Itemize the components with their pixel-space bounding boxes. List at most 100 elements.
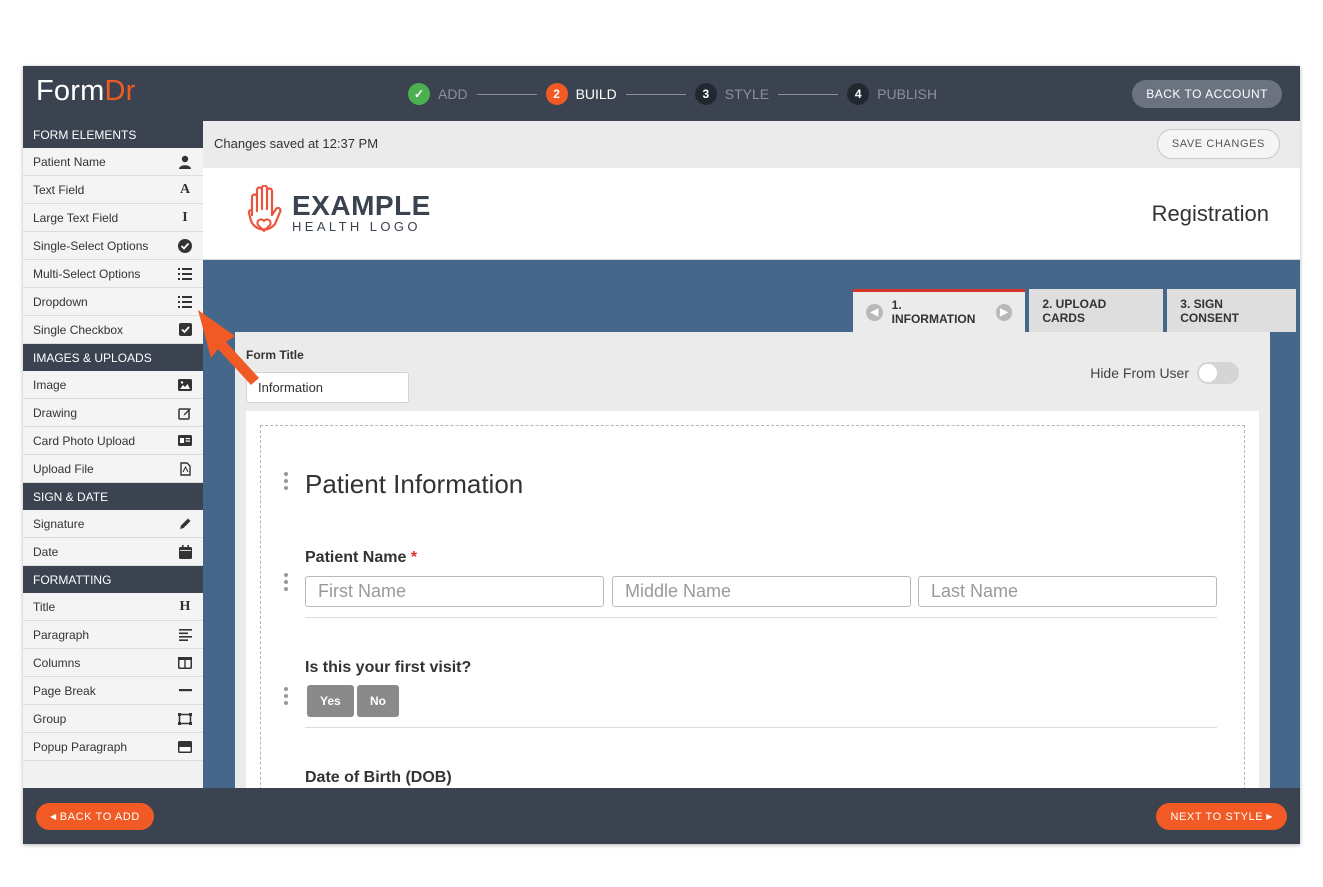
- logo-form-text: Form: [36, 75, 105, 107]
- sidebar-item-columns[interactable]: Columns: [23, 649, 203, 677]
- sidebar-item-dropdown[interactable]: Dropdown: [23, 288, 203, 316]
- footer-bar: ◀ BACK TO ADD NEXT TO STYLE ▶: [23, 788, 1300, 844]
- sidebar-item-signature[interactable]: Signature: [23, 510, 203, 538]
- sidebar-item-page-break[interactable]: Page Break: [23, 677, 203, 705]
- step-build-number: 2: [545, 83, 568, 105]
- last-name-field[interactable]: Last Name: [918, 576, 1217, 607]
- sidebar-item-single-checkbox[interactable]: Single Checkbox: [23, 316, 203, 344]
- sidebar-item-label: Columns: [33, 655, 81, 670]
- form-canvas: Patient Information Patient Name * First…: [246, 411, 1259, 788]
- arrow-right-icon[interactable]: ▶: [995, 303, 1013, 321]
- hide-from-user-toggle[interactable]: [1197, 362, 1239, 384]
- user-icon: [177, 154, 193, 170]
- sidebar-item-label: Popup Paragraph: [33, 739, 128, 754]
- step-divider: [476, 93, 537, 95]
- sidebar-item-group[interactable]: Group: [23, 705, 203, 733]
- sidebar-item-card-photo-upload[interactable]: Card Photo Upload: [23, 427, 203, 455]
- step-publish-number: 4: [847, 83, 870, 105]
- patient-name-label: Patient Name *: [305, 549, 417, 567]
- sidebar-item-title[interactable]: Title H: [23, 593, 203, 621]
- sidebar-item-label: Dropdown: [33, 294, 88, 309]
- step-publish[interactable]: 4 PUBLISH: [847, 83, 937, 105]
- step-add-label: ADD: [438, 86, 468, 102]
- step-style[interactable]: 3 STYLE: [694, 83, 770, 105]
- drag-handle-icon[interactable]: [284, 472, 288, 490]
- sidebar-item-image[interactable]: Image: [23, 371, 203, 399]
- sidebar-item-drawing[interactable]: Drawing: [23, 399, 203, 427]
- sidebar-item-label: Multi-Select Options: [33, 266, 141, 281]
- step-publish-label: PUBLISH: [877, 86, 938, 102]
- check-circle-icon: [177, 238, 193, 254]
- sidebar-item-label: Title: [33, 599, 56, 614]
- drag-handle-icon[interactable]: [284, 573, 288, 591]
- file-pdf-icon: [177, 461, 193, 477]
- step-build[interactable]: 2 BUILD: [545, 83, 617, 105]
- arrow-left-icon[interactable]: ◀: [866, 303, 883, 321]
- brand-logo: EXAMPLE HEALTH LOGO: [246, 185, 431, 241]
- sidebar-item-label: Paragraph: [33, 627, 90, 642]
- form-builder-main: Changes saved at 12:37 PM SAVE CHANGES E…: [203, 121, 1300, 788]
- tab-information[interactable]: ◀ 1. INFORMATION ▶: [853, 289, 1026, 332]
- list-icon: [177, 266, 193, 282]
- middle-name-field[interactable]: Middle Name: [612, 576, 911, 607]
- dob-label: Date of Birth (DOB): [305, 769, 452, 786]
- tab-sign-consent[interactable]: 3. SIGN CONSENT: [1167, 289, 1296, 332]
- sidebar-item-label: Single-Select Options: [33, 238, 149, 253]
- page-title: Registration: [1151, 201, 1269, 226]
- required-mark: *: [410, 549, 418, 566]
- drag-handle-icon[interactable]: [284, 687, 288, 705]
- tab-label: 2. UPLOAD CARDS: [1042, 296, 1107, 325]
- sidebar-item-label: Upload File: [33, 461, 94, 476]
- sidebar-item-patient-name[interactable]: Patient Name: [23, 148, 203, 176]
- sidebar-section-header: IMAGES & UPLOADS: [23, 344, 203, 371]
- sidebar-item-text-field[interactable]: Text Field A: [23, 176, 203, 204]
- tab-upload-cards[interactable]: 2. UPLOAD CARDS: [1029, 289, 1164, 332]
- form-page-tabs: ◀ 1. INFORMATION ▶ 2. UPLOAD CARDS 3. SI…: [853, 289, 1300, 332]
- edit-icon: [177, 405, 193, 421]
- hand-heart-icon: [247, 185, 282, 233]
- list-icon: [177, 294, 193, 310]
- formdr-logo: FormDr: [36, 75, 135, 108]
- sidebar-item-popup-paragraph[interactable]: Popup Paragraph: [23, 733, 203, 761]
- first-name-field[interactable]: First Name: [305, 576, 604, 607]
- hide-from-user-toggle-row: Hide From User: [1090, 362, 1239, 384]
- pencil-icon: [177, 516, 193, 532]
- save-changes-button[interactable]: SAVE CHANGES: [1156, 129, 1280, 159]
- step-add[interactable]: ✓ ADD: [408, 83, 468, 105]
- sidebar-item-label: Large Text Field: [33, 210, 119, 225]
- back-to-account-button[interactable]: BACK TO ACCOUNT: [1132, 80, 1282, 108]
- back-to-add-label: BACK TO ADD: [59, 810, 140, 823]
- step-divider: [625, 93, 686, 95]
- form-panel: Form Title Information Hide From User Pa…: [235, 332, 1270, 788]
- sidebar-item-upload-file[interactable]: Upload File: [23, 455, 203, 483]
- columns-icon: [177, 655, 193, 671]
- saved-status-text: Changes saved at 12:37 PM: [214, 136, 379, 151]
- step-divider: [778, 93, 839, 95]
- sidebar-section-header: FORMATTING: [23, 566, 203, 593]
- form-elements-sidebar: FORM ELEMENTS Patient Name Text Field A L…: [23, 121, 203, 788]
- sidebar-item-label: Date: [33, 544, 59, 559]
- sidebar-item-label: Single Checkbox: [33, 322, 124, 337]
- step-style-label: STYLE: [724, 86, 770, 102]
- no-button[interactable]: No: [357, 685, 399, 717]
- wizard-steps: ✓ ADD 2 BUILD 3 STYLE 4 PUBLISH: [408, 82, 937, 106]
- yes-button[interactable]: Yes: [307, 685, 354, 717]
- check-icon: ✓: [408, 83, 430, 105]
- next-to-style-button[interactable]: NEXT TO STYLE ▶: [1156, 803, 1287, 830]
- section-title: Patient Information: [305, 469, 524, 499]
- sidebar-item-label: Drawing: [33, 405, 78, 420]
- sidebar-item-paragraph[interactable]: Paragraph: [23, 621, 203, 649]
- id-card-icon: [177, 433, 193, 449]
- annotation-arrow-icon: [198, 310, 259, 385]
- back-to-add-button[interactable]: ◀ BACK TO ADD: [36, 803, 154, 830]
- window-icon: [177, 739, 193, 755]
- caret-right-icon: ▶: [1266, 812, 1273, 821]
- sidebar-item-date[interactable]: Date: [23, 538, 203, 566]
- tab-label: 1. INFORMATION: [891, 298, 976, 326]
- group-icon: [177, 711, 193, 727]
- sidebar-item-large-text-field[interactable]: Large Text Field I: [23, 204, 203, 232]
- sidebar-item-multi-select[interactable]: Multi-Select Options: [23, 260, 203, 288]
- next-to-style-label: NEXT TO STYLE: [1170, 810, 1264, 823]
- sidebar-item-single-select[interactable]: Single-Select Options: [23, 232, 203, 260]
- form-header: EXAMPLE HEALTH LOGO Registration: [203, 168, 1300, 260]
